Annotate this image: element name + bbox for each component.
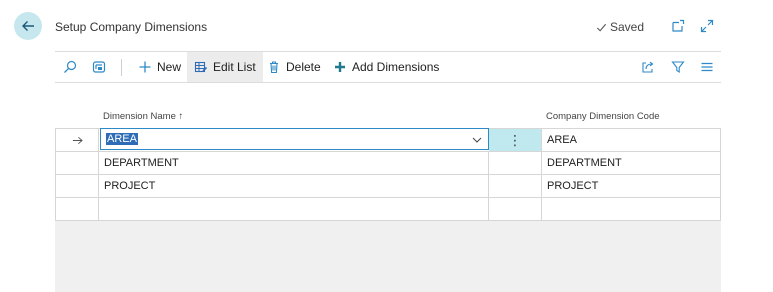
row-indicator bbox=[56, 198, 99, 220]
grid-rows: AREA ⋮ AREA DEPARTMENT DEPARTMENT PROJEC… bbox=[55, 128, 721, 221]
new-button[interactable]: New bbox=[138, 52, 181, 82]
chevron-down-icon[interactable] bbox=[472, 135, 482, 145]
company-dimension-code-cell[interactable]: AREA bbox=[542, 129, 720, 151]
back-button[interactable] bbox=[14, 12, 42, 40]
search-icon bbox=[64, 60, 77, 73]
saved-status: Saved bbox=[596, 20, 644, 34]
list-view-button[interactable] bbox=[700, 52, 714, 82]
trash-icon bbox=[270, 61, 278, 74]
row-indicator bbox=[56, 175, 99, 197]
row-actions-cell[interactable] bbox=[489, 175, 542, 197]
add-dimensions-icon bbox=[335, 62, 345, 72]
filter-icon bbox=[671, 61, 685, 73]
table-row[interactable]: DEPARTMENT DEPARTMENT bbox=[56, 152, 720, 175]
delete-button-label: Delete bbox=[286, 60, 321, 74]
dimension-name-cell[interactable]: PROJECT bbox=[99, 175, 489, 197]
edit-list-button[interactable]: Edit List bbox=[187, 52, 263, 82]
grid-area: Dimension Name ↑ Company Dimension Code … bbox=[55, 100, 721, 292]
checkmark-icon bbox=[596, 23, 607, 32]
column-header-dimension-name[interactable]: Dimension Name ↑ bbox=[103, 111, 183, 122]
row-actions-cell[interactable] bbox=[489, 198, 542, 220]
add-dimensions-button-label: Add Dimensions bbox=[352, 60, 440, 74]
edit-list-icon bbox=[194, 61, 208, 73]
row-actions-cell[interactable] bbox=[489, 152, 542, 174]
new-button-label: New bbox=[157, 60, 182, 74]
dimension-name-cell[interactable]: DEPARTMENT bbox=[99, 152, 489, 174]
filter-button[interactable] bbox=[671, 52, 685, 82]
kebab-menu-icon: ⋮ bbox=[508, 132, 522, 148]
expand-icon bbox=[700, 19, 714, 33]
table-row[interactable]: PROJECT PROJECT bbox=[56, 175, 720, 198]
back-arrow-icon bbox=[22, 21, 34, 31]
dimension-name-value: AREA bbox=[106, 133, 138, 145]
page-title: Setup Company Dimensions bbox=[55, 20, 208, 34]
company-dimension-code-cell[interactable]: DEPARTMENT bbox=[542, 152, 720, 174]
table-row[interactable]: AREA ⋮ AREA bbox=[56, 128, 720, 152]
expand-button[interactable] bbox=[700, 19, 714, 33]
edit-list-button-label: Edit List bbox=[213, 60, 256, 74]
row-arrow-icon bbox=[72, 136, 83, 144]
share-button[interactable] bbox=[641, 52, 655, 82]
share-icon bbox=[642, 61, 654, 73]
column-header-dimension-name-label: Dimension Name bbox=[103, 111, 176, 122]
pop-out-icon bbox=[672, 19, 685, 32]
saved-status-label: Saved bbox=[610, 20, 645, 34]
column-header-company-dimension-code[interactable]: Company Dimension Code bbox=[546, 111, 660, 122]
search-button[interactable] bbox=[63, 52, 77, 82]
add-dimensions-button[interactable]: Add Dimensions bbox=[333, 52, 439, 82]
personalize-icon bbox=[92, 61, 106, 73]
delete-button[interactable]: Delete bbox=[267, 52, 321, 82]
company-dimension-code-cell[interactable] bbox=[542, 198, 720, 220]
plus-icon bbox=[139, 61, 151, 73]
pop-out-button[interactable] bbox=[671, 19, 685, 33]
sort-ascending-indicator: ↑ bbox=[178, 111, 184, 122]
grid-header: Dimension Name ↑ Company Dimension Code bbox=[55, 100, 721, 128]
table-row[interactable] bbox=[56, 198, 720, 221]
action-bar: New Edit List Delete Add Dimensions bbox=[55, 51, 721, 83]
personalize-button[interactable] bbox=[92, 52, 106, 82]
dimension-name-cell[interactable] bbox=[99, 198, 489, 220]
list-view-icon bbox=[701, 62, 713, 72]
dimension-name-input[interactable]: AREA bbox=[100, 128, 489, 150]
company-dimension-code-cell[interactable]: PROJECT bbox=[542, 175, 720, 197]
row-indicator bbox=[56, 152, 99, 174]
row-indicator bbox=[56, 129, 99, 151]
row-actions-button[interactable]: ⋮ bbox=[489, 129, 542, 151]
toolbar-divider bbox=[121, 59, 122, 76]
